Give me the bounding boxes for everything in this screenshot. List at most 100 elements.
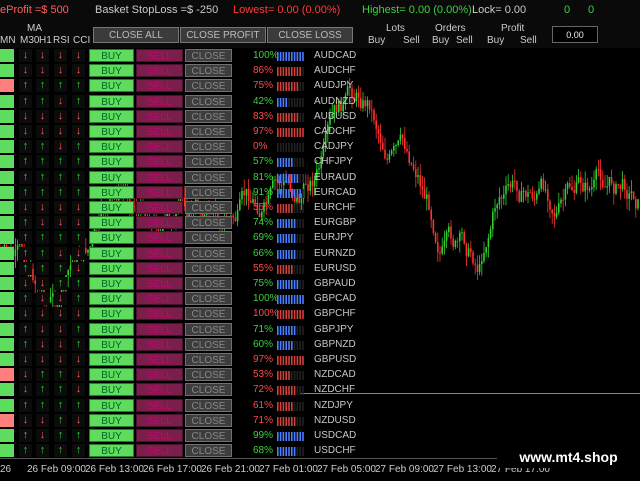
close-profit-button[interactable]: CLOSE PROFIT: [180, 27, 266, 43]
sell-button[interactable]: SELL: [136, 444, 183, 458]
buy-button[interactable]: BUY: [89, 155, 134, 169]
buy-button[interactable]: BUY: [89, 337, 134, 351]
buy-button[interactable]: BUY: [89, 353, 134, 366]
ma-header: MA: [27, 23, 42, 34]
close-button[interactable]: CLOSE: [185, 79, 232, 93]
sell-button[interactable]: SELL: [136, 155, 183, 169]
sell-button[interactable]: SELL: [136, 368, 183, 382]
mn-trend-cell: [0, 398, 14, 412]
close-button[interactable]: CLOSE: [185, 383, 232, 397]
buy-button[interactable]: BUY: [89, 444, 134, 458]
buy-button[interactable]: BUY: [89, 125, 134, 138]
close-button[interactable]: CLOSE: [185, 49, 232, 62]
buy-button[interactable]: BUY: [89, 246, 134, 260]
buy-button[interactable]: BUY: [89, 216, 134, 230]
sell-button[interactable]: SELL: [136, 185, 183, 199]
sell-button[interactable]: SELL: [136, 170, 183, 184]
close-button[interactable]: CLOSE: [185, 246, 232, 260]
buy-button[interactable]: BUY: [89, 261, 134, 275]
buy-button[interactable]: BUY: [89, 368, 134, 382]
buy-button[interactable]: BUY: [89, 140, 134, 154]
sell-button[interactable]: SELL: [136, 383, 183, 397]
candle-body: [610, 176, 613, 184]
buy-button[interactable]: BUY: [89, 383, 134, 397]
close-button[interactable]: CLOSE: [185, 429, 232, 442]
buy-button[interactable]: BUY: [89, 292, 134, 306]
close-button[interactable]: CLOSE: [185, 398, 232, 412]
close-button[interactable]: CLOSE: [185, 216, 232, 230]
sell-button[interactable]: SELL: [136, 337, 183, 351]
sell-button[interactable]: SELL: [136, 413, 183, 427]
sell-button[interactable]: SELL: [136, 49, 183, 62]
mn-trend-cell: [0, 383, 14, 397]
buy-button[interactable]: BUY: [89, 79, 134, 93]
close-all-button[interactable]: CLOSE ALL: [93, 27, 179, 43]
sell-button[interactable]: SELL: [136, 292, 183, 306]
sell-button[interactable]: SELL: [136, 353, 183, 366]
close-button[interactable]: CLOSE: [185, 109, 232, 123]
close-button[interactable]: CLOSE: [185, 292, 232, 306]
sell-button[interactable]: SELL: [136, 216, 183, 230]
close-loss-button[interactable]: CLOSE LOSS: [267, 27, 353, 43]
close-button[interactable]: CLOSE: [185, 261, 232, 275]
close-button[interactable]: CLOSE: [185, 444, 232, 458]
close-button[interactable]: CLOSE: [185, 368, 232, 382]
sell-button[interactable]: SELL: [136, 231, 183, 245]
close-button[interactable]: CLOSE: [185, 353, 232, 366]
buy-button[interactable]: BUY: [89, 109, 134, 123]
arrow-down-icon: ↓: [54, 201, 67, 214]
buy-button[interactable]: BUY: [89, 201, 134, 214]
buy-button[interactable]: BUY: [89, 49, 134, 62]
sell-button[interactable]: SELL: [136, 79, 183, 93]
close-button[interactable]: CLOSE: [185, 337, 232, 351]
buy-button[interactable]: BUY: [89, 398, 134, 412]
close-button[interactable]: CLOSE: [185, 307, 232, 321]
close-button[interactable]: CLOSE: [185, 155, 232, 169]
strength-bars: [277, 447, 304, 457]
close-button[interactable]: CLOSE: [185, 64, 232, 78]
close-button[interactable]: CLOSE: [185, 140, 232, 154]
arrow-up-icon: ↑: [36, 79, 49, 93]
sell-button[interactable]: SELL: [136, 277, 183, 290]
sell-button[interactable]: SELL: [136, 140, 183, 154]
arrow-up-icon: ↑: [72, 322, 85, 336]
sell-button[interactable]: SELL: [136, 246, 183, 260]
pair-row-cadjpy: ↑ ↑ ↓ ↑ BUY SELL CLOSE 0% CADJPY: [0, 139, 360, 154]
buy-button[interactable]: BUY: [89, 322, 134, 336]
buy-button[interactable]: BUY: [89, 429, 134, 442]
close-button[interactable]: CLOSE: [185, 125, 232, 138]
candle-body: [588, 189, 591, 191]
sell-button[interactable]: SELL: [136, 64, 183, 78]
sell-button[interactable]: SELL: [136, 109, 183, 123]
close-button[interactable]: CLOSE: [185, 413, 232, 427]
candle-body: [624, 179, 626, 190]
sell-button[interactable]: SELL: [136, 125, 183, 138]
sell-button[interactable]: SELL: [136, 307, 183, 321]
close-button[interactable]: CLOSE: [185, 185, 232, 199]
buy-button[interactable]: BUY: [89, 413, 134, 427]
buy-button[interactable]: BUY: [89, 231, 134, 245]
strength-bars: [277, 295, 304, 305]
arrow-down-icon: ↓: [19, 277, 32, 290]
buy-button[interactable]: BUY: [89, 307, 134, 321]
close-button[interactable]: CLOSE: [185, 201, 232, 214]
sell-button[interactable]: SELL: [136, 398, 183, 412]
candle-body: [483, 252, 485, 262]
pair-row-nzdjpy: ↑ ↑ ↑ ↑ BUY SELL CLOSE 61% NZDJPY: [0, 398, 360, 413]
sell-button[interactable]: SELL: [136, 429, 183, 442]
sell-button[interactable]: SELL: [136, 201, 183, 214]
buy-button[interactable]: BUY: [89, 277, 134, 290]
close-button[interactable]: CLOSE: [185, 322, 232, 336]
close-button[interactable]: CLOSE: [185, 277, 232, 290]
basket-stoploss-label: Basket StopLoss =$ -250: [95, 4, 219, 16]
buy-button[interactable]: BUY: [89, 64, 134, 78]
buy-button[interactable]: BUY: [89, 185, 134, 199]
close-button[interactable]: CLOSE: [185, 94, 232, 108]
sell-button[interactable]: SELL: [136, 322, 183, 336]
buy-button[interactable]: BUY: [89, 94, 134, 108]
close-button[interactable]: CLOSE: [185, 231, 232, 245]
buy-button[interactable]: BUY: [89, 170, 134, 184]
sell-button[interactable]: SELL: [136, 94, 183, 108]
close-button[interactable]: CLOSE: [185, 170, 232, 184]
sell-button[interactable]: SELL: [136, 261, 183, 275]
